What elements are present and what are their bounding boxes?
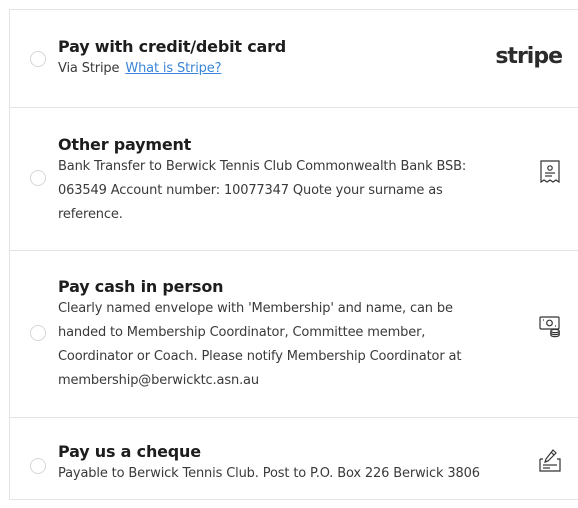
- option-description: Bank Transfer to Berwick Tennis Club Com…: [58, 155, 526, 227]
- description-line: Coordinator or Coach. Please notify Memb…: [58, 349, 462, 364]
- what-is-stripe-link[interactable]: What is Stripe?: [125, 61, 221, 76]
- option-via: Via Stripe What is Stripe?: [58, 61, 526, 76]
- cash-icon: [539, 314, 561, 338]
- payment-option-other[interactable]: Other payment Bank Transfer to Berwick T…: [10, 108, 578, 251]
- description-line: Bank Transfer to Berwick Tennis Club Com…: [58, 159, 467, 174]
- option-title: Pay cash in person: [58, 277, 224, 296]
- stripe-logo: stripe: [495, 44, 563, 69]
- cheque-icon: [539, 448, 561, 472]
- via-text: Via Stripe: [58, 61, 120, 76]
- description-line: handed to Membership Coordinator, Commit…: [58, 325, 426, 340]
- payment-options-list: Pay with credit/debit card Via Stripe Wha…: [9, 9, 578, 500]
- option-title: Other payment: [58, 135, 192, 154]
- description-line: Clearly named envelope with 'Membership'…: [58, 301, 453, 316]
- cash-radio[interactable]: [30, 325, 46, 341]
- description-line: Payable to Berwick Tennis Club. Post to …: [58, 466, 480, 481]
- other-payment-radio[interactable]: [30, 170, 46, 186]
- option-description: Payable to Berwick Tennis Club. Post to …: [58, 462, 536, 486]
- payment-option-cash[interactable]: Pay cash in person Clearly named envelop…: [10, 251, 578, 418]
- payment-option-cheque[interactable]: Pay us a cheque Payable to Berwick Tenni…: [10, 418, 578, 499]
- description-line: 063549 Account number: 10077347 Quote yo…: [58, 183, 443, 198]
- cheque-radio[interactable]: [30, 458, 46, 474]
- card-radio[interactable]: [30, 51, 46, 67]
- receipt-icon: [539, 160, 561, 184]
- option-description: Clearly named envelope with 'Membership'…: [58, 297, 526, 393]
- option-title: Pay with credit/debit card: [58, 37, 287, 56]
- description-line: membership@berwicktc.asn.au: [58, 373, 259, 388]
- description-line: reference.: [58, 207, 123, 222]
- payment-option-card[interactable]: Pay with credit/debit card Via Stripe Wha…: [10, 10, 578, 108]
- option-title: Pay us a cheque: [58, 442, 201, 461]
